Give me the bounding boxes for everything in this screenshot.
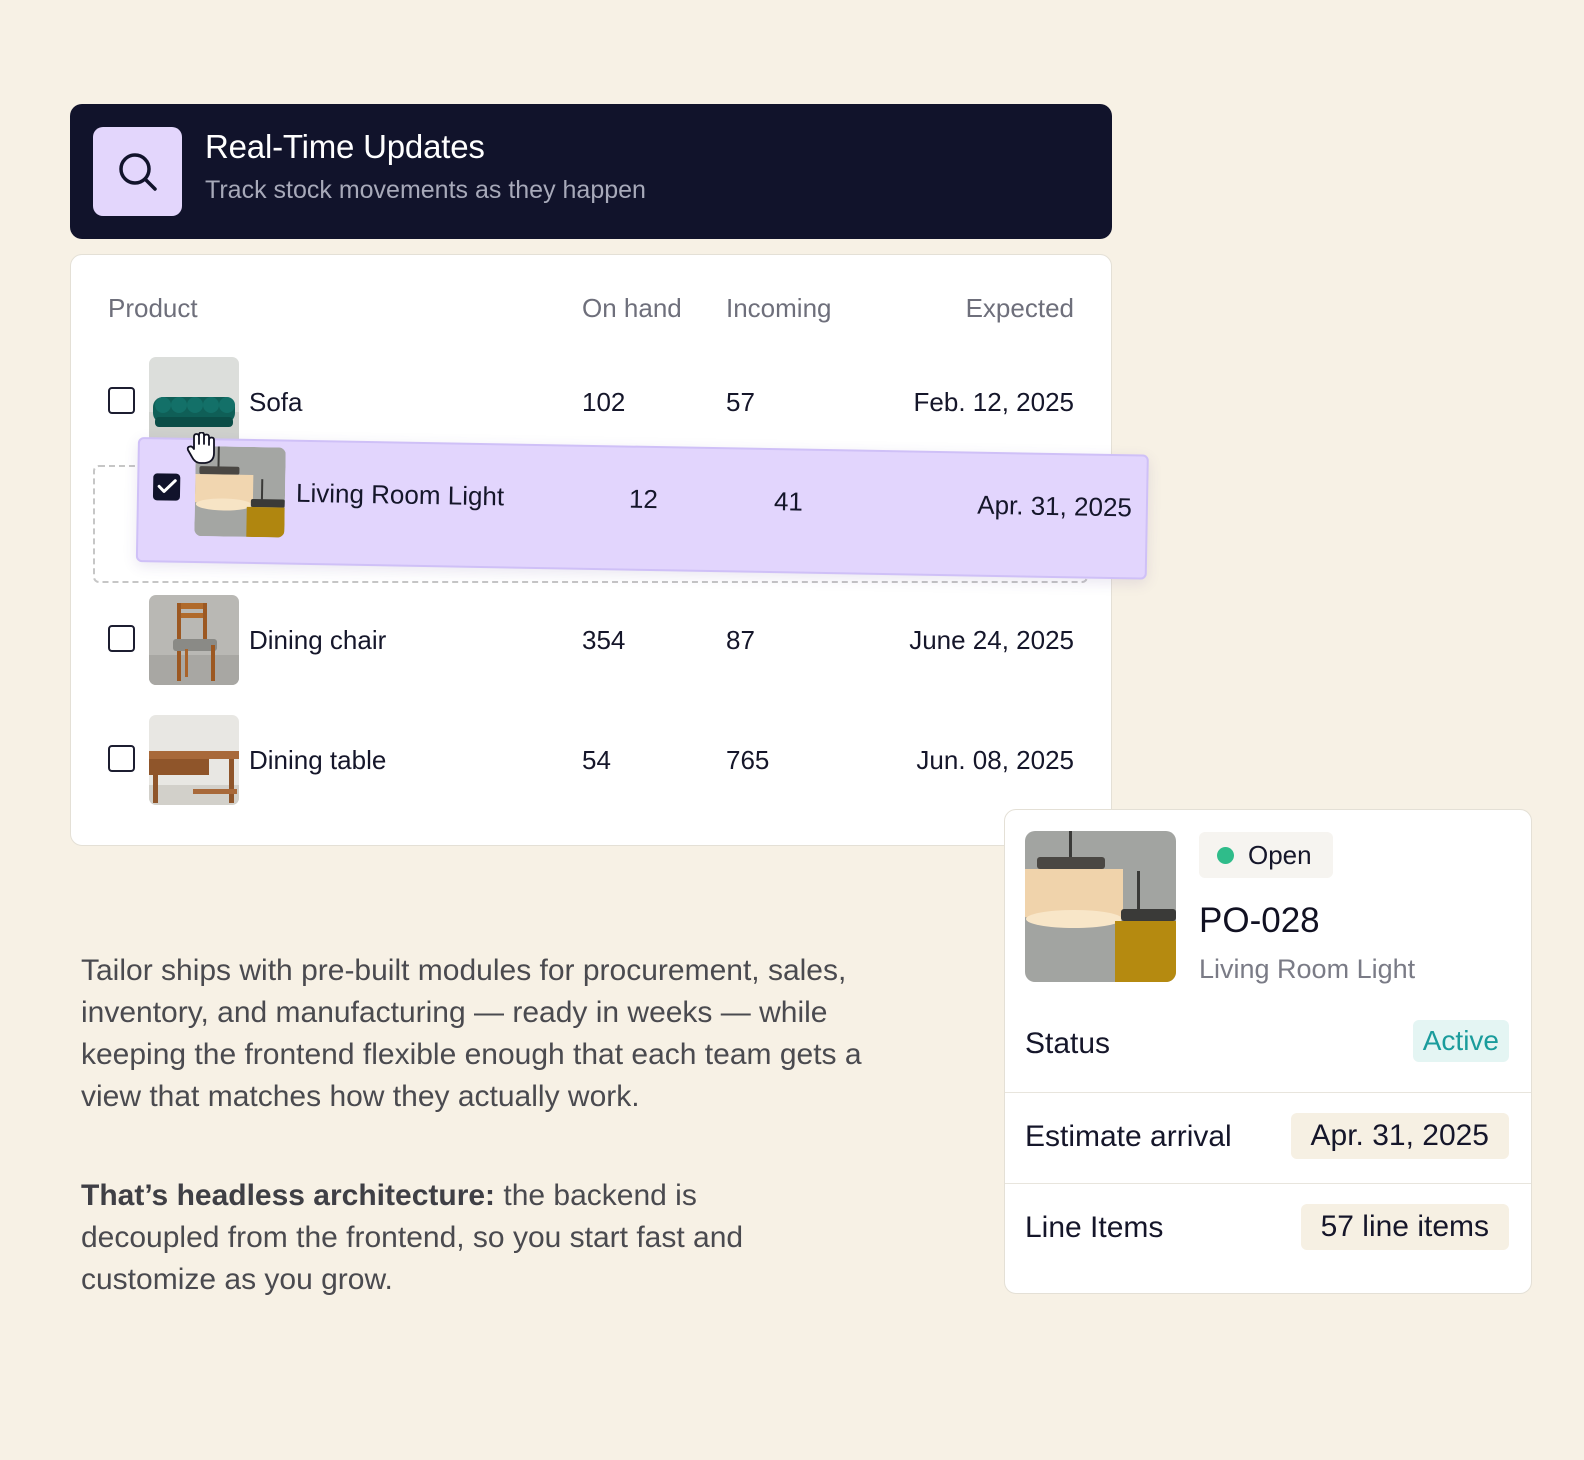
- row-checkbox-checked[interactable]: [152, 473, 181, 501]
- on-hand-value: 354: [582, 625, 626, 655]
- row-checkbox[interactable]: [108, 387, 135, 414]
- headless-paragraph: That’s headless architecture: the backen…: [81, 1175, 781, 1301]
- on-hand-value: 12: [628, 483, 659, 515]
- product-name: Dining table: [249, 745, 387, 775]
- column-header-expected[interactable]: Expected: [966, 293, 1074, 324]
- grab-cursor-icon: [186, 431, 218, 471]
- pendant-light-image: [1025, 831, 1176, 982]
- expected-date: Jun. 08, 2025: [916, 745, 1074, 775]
- table-row[interactable]: Dining chair 354 87 June 24, 2025: [71, 595, 1111, 685]
- incoming-value: 41: [773, 486, 804, 517]
- line-items-label: Line Items: [1025, 1211, 1164, 1244]
- arrival-label: Estimate arrival: [1025, 1120, 1232, 1153]
- badge-label: Open: [1248, 840, 1312, 870]
- search-icon[interactable]: [93, 127, 182, 216]
- product-name: Living Room Light: [295, 477, 505, 512]
- purchase-order-card[interactable]: Open PO-028 Living Room Light Status Act…: [1004, 809, 1532, 1294]
- desk-thumbnail: [149, 715, 239, 805]
- line-items-row: Line Items 57 line items: [1005, 1183, 1531, 1274]
- table-row[interactable]: Sofa 102 57 Feb. 12, 2025: [71, 357, 1111, 447]
- product-name: Dining chair: [249, 625, 387, 655]
- expected-date: June 24, 2025: [909, 625, 1074, 655]
- po-product-name: Living Room Light: [1199, 954, 1416, 984]
- banner-subtitle: Track stock movements as they happen: [205, 176, 646, 204]
- column-header-incoming[interactable]: Incoming: [726, 293, 832, 324]
- status-badge: Open: [1199, 832, 1333, 878]
- incoming-value: 87: [726, 625, 755, 655]
- dragged-table-row[interactable]: Living Room Light 12 41 Apr. 31, 2025: [135, 437, 1149, 580]
- incoming-value: 57: [726, 387, 755, 417]
- incoming-value: 765: [726, 745, 770, 775]
- product-name: Sofa: [249, 387, 303, 417]
- expected-date: Feb. 12, 2025: [913, 387, 1074, 417]
- expected-date: Apr. 31, 2025: [976, 489, 1133, 523]
- row-checkbox[interactable]: [108, 625, 135, 652]
- row-checkbox[interactable]: [108, 745, 135, 772]
- chair-thumbnail: [149, 595, 239, 685]
- status-label: Status: [1025, 1027, 1111, 1060]
- column-header-on-hand[interactable]: On hand: [582, 293, 682, 324]
- description-paragraph: Tailor ships with pre-built modules for …: [81, 954, 862, 1113]
- arrival-value: Apr. 31, 2025: [1290, 1113, 1509, 1159]
- column-header-product[interactable]: Product: [108, 293, 198, 324]
- line-items-value: 57 line items: [1300, 1204, 1509, 1250]
- po-number: PO-028: [1199, 901, 1320, 940]
- status-value-badge: Active: [1412, 1020, 1509, 1062]
- table-row[interactable]: Dining table 54 765 Jun. 08, 2025: [71, 715, 1111, 805]
- feature-banner: Real-Time Updates Track stock movements …: [70, 104, 1112, 239]
- headless-heading: That’s headless architecture:: [81, 1179, 496, 1212]
- status-dot-icon: [1217, 847, 1234, 864]
- status-row: Status Active: [1005, 1000, 1531, 1090]
- on-hand-value: 54: [582, 745, 611, 775]
- on-hand-value: 102: [582, 387, 626, 417]
- arrival-row: Estimate arrival Apr. 31, 2025: [1005, 1092, 1531, 1183]
- banner-title: Real-Time Updates: [205, 128, 485, 165]
